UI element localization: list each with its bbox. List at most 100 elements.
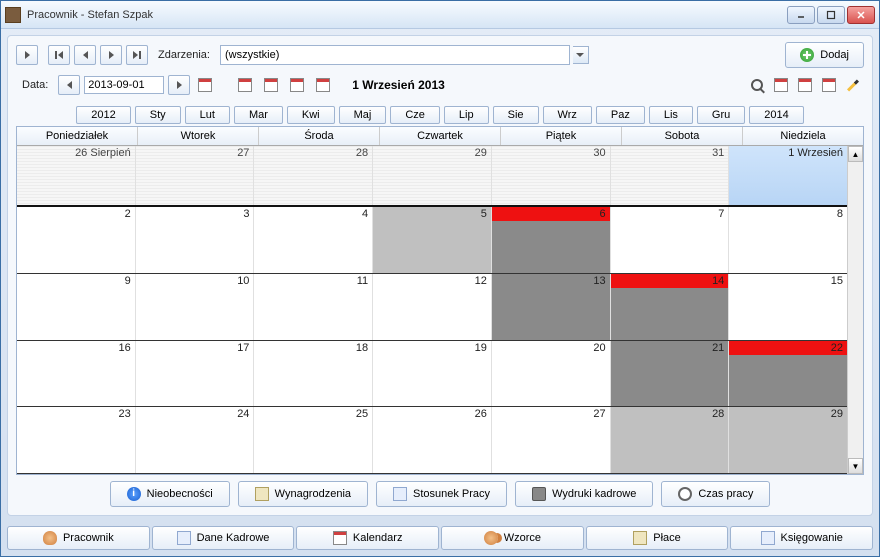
week-row: 16171819202122 <box>17 341 847 408</box>
calendar-picker-button[interactable] <box>194 74 216 96</box>
day-cell[interactable]: 2 <box>17 207 136 273</box>
first-button[interactable] <box>48 45 70 65</box>
day-cell[interactable]: 18 <box>254 341 373 407</box>
month-button-5[interactable]: Cze <box>390 106 440 124</box>
play-button[interactable] <box>16 45 38 65</box>
day-cell[interactable]: 26 Sierpień <box>17 146 136 205</box>
day-cell[interactable]: 10 <box>136 274 255 340</box>
day-cell[interactable]: 13 <box>492 274 611 340</box>
day-cell[interactable]: 6 <box>492 207 611 273</box>
day-cell[interactable]: 29 <box>729 407 847 473</box>
sub-tab-czas-pracy[interactable]: Czas pracy <box>661 481 770 507</box>
edit-button[interactable] <box>842 74 864 96</box>
scroll-up-button[interactable]: ▲ <box>848 146 863 162</box>
day-cell[interactable]: 31 <box>611 146 730 205</box>
tool2-button[interactable] <box>770 74 792 96</box>
view-icon <box>316 78 330 92</box>
month-button-11[interactable]: Gru <box>697 106 745 124</box>
bottom-tab-płace[interactable]: Płace <box>586 526 729 550</box>
sub-tab-stosunek-pracy[interactable]: Stosunek Pracy <box>376 481 507 507</box>
day-label: 1 Wrzesień <box>788 147 843 159</box>
scrollbar[interactable]: ▲ ▼ <box>847 146 863 474</box>
maximize-button[interactable] <box>817 6 845 24</box>
day-cell[interactable]: 9 <box>17 274 136 340</box>
day-cell[interactable]: 29 <box>373 146 492 205</box>
bottom-tab-pracownik[interactable]: Pracownik <box>7 526 150 550</box>
last-button[interactable] <box>126 45 148 65</box>
sub-tab-wynagrodzenia[interactable]: Wynagrodzenia <box>238 481 368 507</box>
day-cell[interactable]: 22 <box>729 341 847 407</box>
bottom-tab-kalendarz[interactable]: Kalendarz <box>296 526 439 550</box>
day-cell[interactable]: 1 Wrzesień <box>729 146 847 205</box>
scroll-down-button[interactable]: ▼ <box>848 458 863 474</box>
app-icon <box>5 7 21 23</box>
day-cell[interactable]: 12 <box>373 274 492 340</box>
day-cell[interactable]: 17 <box>136 341 255 407</box>
window-title: Pracownik - Stefan Szpak <box>27 9 787 21</box>
day-cell[interactable]: 23 <box>17 407 136 473</box>
day-cell[interactable]: 11 <box>254 274 373 340</box>
view1-button[interactable] <box>234 74 256 96</box>
minimize-button[interactable] <box>787 6 815 24</box>
month-button-7[interactable]: Sie <box>493 106 539 124</box>
day-cell[interactable]: 27 <box>492 407 611 473</box>
day-cell[interactable]: 30 <box>492 146 611 205</box>
sub-tab-nieobecności[interactable]: iNieobecności <box>110 481 230 507</box>
view2-button[interactable] <box>260 74 282 96</box>
day-cell[interactable]: 28 <box>254 146 373 205</box>
scroll-track[interactable] <box>848 162 863 458</box>
month-button-0[interactable]: Sty <box>135 106 181 124</box>
month-button-8[interactable]: Wrz <box>543 106 592 124</box>
day-cell[interactable]: 24 <box>136 407 255 473</box>
day-cell[interactable]: 28 <box>611 407 730 473</box>
month-button-2[interactable]: Mar <box>234 106 283 124</box>
day-cell[interactable]: 21 <box>611 341 730 407</box>
view-icon <box>264 78 278 92</box>
day-cell[interactable]: 3 <box>136 207 255 273</box>
tool3-button[interactable] <box>794 74 816 96</box>
day-cell[interactable]: 26 <box>373 407 492 473</box>
day-cell[interactable]: 8 <box>729 207 847 273</box>
date-prev-button[interactable] <box>58 75 80 95</box>
events-dropdown[interactable]: (wszystkie) <box>220 45 570 65</box>
day-cell[interactable]: 15 <box>729 274 847 340</box>
tool-icon <box>774 78 788 92</box>
view4-button[interactable] <box>312 74 334 96</box>
view3-button[interactable] <box>286 74 308 96</box>
sub-tab-wydruki-kadrowe[interactable]: Wydruki kadrowe <box>515 481 653 507</box>
bottom-tab-księgowanie[interactable]: Księgowanie <box>730 526 873 550</box>
bottom-tab-wzorce[interactable]: Wzorce <box>441 526 584 550</box>
day-cell[interactable]: 16 <box>17 341 136 407</box>
year-prev-button[interactable]: 2012 <box>76 106 130 124</box>
day-cell[interactable]: 25 <box>254 407 373 473</box>
search-button[interactable] <box>746 74 768 96</box>
day-cell[interactable]: 4 <box>254 207 373 273</box>
month-button-4[interactable]: Maj <box>339 106 387 124</box>
event-marker <box>492 207 610 221</box>
bottom-tab-dane-kadrowe[interactable]: Dane Kadrowe <box>152 526 295 550</box>
year-next-button[interactable]: 2014 <box>749 106 803 124</box>
month-button-3[interactable]: Kwi <box>287 106 335 124</box>
month-button-1[interactable]: Lut <box>185 106 230 124</box>
tool4-button[interactable] <box>818 74 840 96</box>
month-button-6[interactable]: Lip <box>444 106 489 124</box>
day-cell[interactable]: 19 <box>373 341 492 407</box>
day-cell[interactable]: 20 <box>492 341 611 407</box>
month-button-9[interactable]: Paz <box>596 106 645 124</box>
month-button-10[interactable]: Lis <box>649 106 693 124</box>
next-button[interactable] <box>100 45 122 65</box>
day-cell[interactable]: 27 <box>136 146 255 205</box>
date-next-button[interactable] <box>168 75 190 95</box>
day-cell[interactable]: 5 <box>373 207 492 273</box>
day-cell[interactable]: 14 <box>611 274 730 340</box>
day-label: 8 <box>837 208 843 220</box>
app-window: Pracownik - Stefan Szpak Zdarzenia: (wsz… <box>0 0 880 557</box>
events-dropdown-button[interactable] <box>573 46 589 64</box>
bottom-tab-label: Księgowanie <box>781 532 843 544</box>
prev-button[interactable] <box>74 45 96 65</box>
day-cell[interactable]: 7 <box>611 207 730 273</box>
add-button[interactable]: Dodaj <box>785 42 864 68</box>
bottom-tab-label: Wzorce <box>504 532 541 544</box>
date-input[interactable]: 2013-09-01 <box>84 76 164 94</box>
close-button[interactable] <box>847 6 875 24</box>
